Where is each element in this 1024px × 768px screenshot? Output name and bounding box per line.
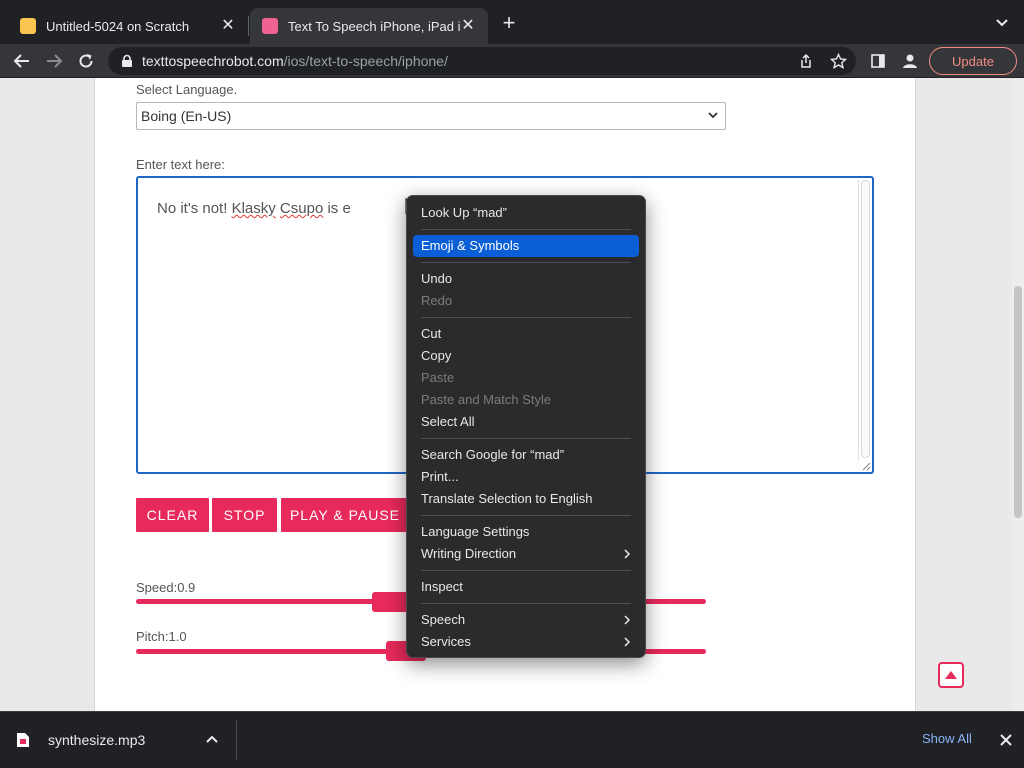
misspelled-word: Csupo — [279, 200, 324, 217]
context-menu: Look Up “mad” Emoji & Symbols Undo Redo … — [406, 195, 646, 658]
menu-item-search-google[interactable]: Search Google for “mad” — [413, 444, 639, 466]
textarea-scrollbar-thumb[interactable] — [861, 180, 870, 458]
tab-strip: Untitled-5024 on Scratch ✕ Text To Speec… — [0, 0, 1024, 44]
language-label: Select Language. — [136, 82, 238, 97]
download-item[interactable]: synthesize.mp3 — [16, 729, 145, 751]
address-bar[interactable]: texttospeechrobot.com/ios/text-to-speech… — [108, 47, 856, 75]
browser-toolbar: texttospeechrobot.com/ios/text-to-speech… — [0, 44, 1024, 78]
menu-separator — [421, 262, 631, 263]
menu-item-label: Speech — [421, 612, 466, 627]
menu-item-cut[interactable]: Cut — [413, 323, 639, 345]
share-icon — [801, 53, 811, 68]
language-select-value: Boing (En-US) — [141, 108, 232, 124]
chevron-right-icon — [624, 637, 631, 647]
menu-item-select-all[interactable]: Select All — [413, 411, 639, 433]
close-icon[interactable] — [998, 732, 1014, 748]
bookmark-button[interactable] — [827, 50, 849, 72]
menu-item-label: Writing Direction — [421, 546, 517, 561]
download-divider — [236, 720, 237, 760]
page-scrollbar[interactable] — [1012, 78, 1024, 711]
misspelled-word: Klasky — [231, 200, 276, 217]
tab-scratch[interactable]: Untitled-5024 on Scratch ✕ — [8, 8, 248, 44]
menu-item-copy[interactable]: Copy — [413, 345, 639, 367]
menu-item-language-settings[interactable]: Language Settings — [413, 521, 639, 543]
show-all-link[interactable]: Show All — [922, 731, 972, 746]
tab-close-icon[interactable]: ✕ — [460, 18, 476, 34]
back-arrow-icon — [13, 54, 29, 68]
menu-separator — [421, 603, 631, 604]
file-icon — [17, 733, 29, 747]
tab-title: Untitled-5024 on Scratch — [46, 18, 190, 34]
tab-search-chevron-icon[interactable] — [994, 14, 1010, 30]
page-scrollbar-thumb[interactable] — [1014, 286, 1022, 518]
download-file-name: synthesize.mp3 — [48, 732, 146, 748]
chevron-up-icon[interactable] — [205, 733, 219, 747]
menu-separator — [421, 570, 631, 571]
scroll-to-top-button[interactable] — [938, 662, 964, 688]
tab-divider — [248, 16, 249, 36]
chevron-down-icon — [708, 112, 718, 119]
resize-grip-icon[interactable] — [859, 459, 871, 471]
menu-item-emoji-symbols[interactable]: Emoji & Symbols — [413, 235, 639, 257]
menu-item-translate[interactable]: Translate Selection to English — [413, 488, 639, 510]
back-button[interactable] — [11, 50, 33, 72]
menu-item-label: Services — [421, 634, 471, 649]
stop-button[interactable]: STOP — [212, 498, 277, 532]
star-icon — [829, 52, 847, 69]
menu-item-paste-match-style: Paste and Match Style — [421, 392, 552, 407]
profile-button[interactable] — [899, 50, 921, 72]
menu-separator — [421, 317, 631, 318]
tab-close-icon[interactable]: ✕ — [220, 18, 236, 34]
download-bar: synthesize.mp3 Show All — [0, 711, 1024, 768]
menu-item-print[interactable]: Print... — [413, 466, 639, 488]
tab-title: Text To Speech iPhone, iPad iOS — [288, 18, 460, 34]
menu-item-undo[interactable]: Undo — [413, 268, 639, 290]
language-select[interactable]: Boing (En-US) — [136, 102, 726, 130]
pitch-label: Pitch:1.0 — [136, 629, 187, 644]
menu-separator — [421, 515, 631, 516]
menu-separator — [421, 438, 631, 439]
menu-item-redo: Redo — [421, 293, 453, 308]
forward-button[interactable] — [43, 50, 65, 72]
menu-item-speech[interactable]: Speech — [413, 609, 639, 631]
play-pause-button[interactable]: PLAY & PAUSE — [281, 498, 409, 532]
profile-icon — [903, 54, 917, 68]
textarea-scrollbar[interactable] — [858, 180, 871, 460]
clear-button[interactable]: CLEAR — [136, 498, 209, 532]
menu-item-writing-direction[interactable]: Writing Direction — [413, 543, 639, 565]
side-panel-icon — [871, 54, 885, 68]
share-button[interactable] — [795, 50, 817, 72]
triangle-up-icon — [945, 671, 957, 679]
menu-item-inspect[interactable]: Inspect — [413, 576, 639, 598]
address-url: texttospeechrobot.com/ios/text-to-speech… — [142, 53, 448, 69]
tts-favicon-icon — [262, 18, 278, 34]
lock-icon — [122, 54, 132, 67]
tab-text-to-speech[interactable]: Text To Speech iPhone, iPad iOS ✕ — [250, 8, 488, 44]
entered-text: No it's not! Klasky Csupo is e — [157, 200, 351, 217]
chevron-right-icon — [624, 549, 631, 559]
new-tab-button[interactable]: + — [498, 12, 520, 34]
reload-button[interactable] — [75, 50, 97, 72]
menu-item-services[interactable]: Services — [413, 631, 639, 653]
reload-icon — [79, 54, 93, 68]
menu-item-paste: Paste — [421, 370, 455, 385]
menu-item-look-up[interactable]: Look Up “mad” — [413, 202, 639, 224]
forward-arrow-icon — [47, 54, 63, 68]
speed-label: Speed:0.9 — [136, 580, 196, 595]
scratch-favicon-icon — [20, 18, 36, 34]
update-button[interactable]: Update — [929, 47, 1017, 75]
side-panel-button[interactable] — [867, 50, 889, 72]
chevron-right-icon — [624, 615, 631, 625]
menu-separator — [421, 229, 631, 230]
text-label: Enter text here: — [136, 157, 225, 172]
